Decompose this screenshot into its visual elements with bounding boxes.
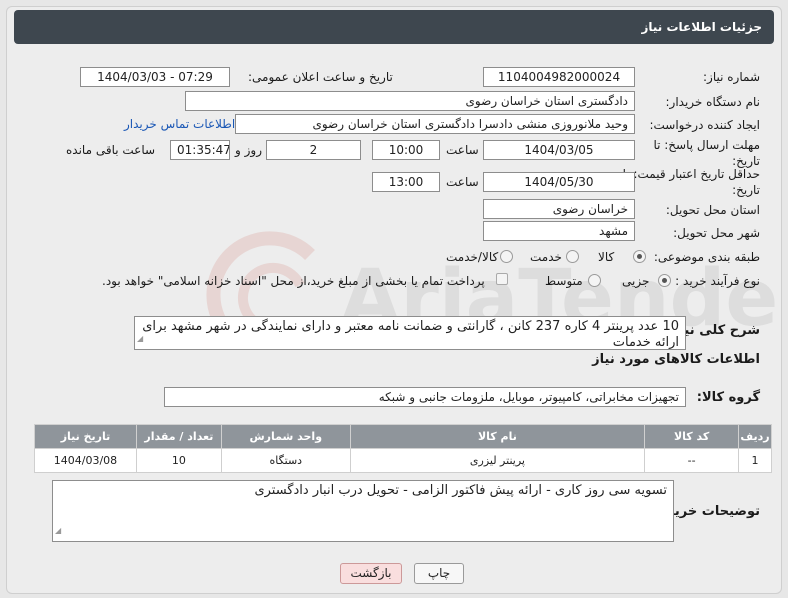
price-validity-label: حداقل تاریخ اعتبار قیمت: تا تاریخ: — [622, 167, 760, 197]
process-option-minor: جزیی — [622, 274, 650, 288]
reply-deadline-label: مهلت ارسال پاسخ: تا تاریخ: — [653, 138, 760, 168]
price-validity-hour-label: ساعت — [446, 175, 479, 189]
delivery-city-label: شهر محل تحویل: — [673, 226, 760, 240]
goods-group-label: گروه کالا: — [696, 390, 760, 405]
buyer-notes-textarea[interactable]: تسویه سی روز کاری - ارائه پیش فاکتور الز… — [52, 480, 674, 542]
process-option-medium: متوسط — [545, 274, 583, 288]
cell-quantity: 10 — [135, 448, 222, 473]
cell-row-no: 1 — [738, 448, 772, 473]
delivery-province-label: استان محل تحویل: — [665, 203, 760, 217]
col-header-row-no: ردیف — [738, 424, 772, 449]
reply-hour-label: ساعت — [446, 143, 479, 157]
col-header-name: نام کالا — [349, 424, 646, 449]
col-header-code: کد کالا — [644, 424, 740, 449]
process-label: نوع فرآیند خرید : — [675, 274, 760, 288]
requester-field: وحید ملانوروزی منشی دادسرا دادگستری استا… — [235, 114, 635, 134]
need-number-label: شماره نیاز: — [703, 70, 760, 84]
reply-time-field: 10:00 — [372, 140, 440, 160]
cell-unit: دستگاه — [220, 448, 351, 473]
need-number-field: 1104004982000024 — [483, 67, 635, 87]
category-radio-service[interactable] — [566, 250, 579, 263]
cell-code: -- — [644, 448, 740, 473]
back-button[interactable]: بازگشت — [340, 563, 402, 584]
table-row: 1 -- پرینتر لیزری دستگاه 10 1404/03/08 — [34, 448, 772, 473]
remaining-label: ساعت باقی مانده — [66, 143, 156, 157]
reply-date-field: 1404/03/05 — [483, 140, 635, 160]
payment-note: پرداخت تمام یا بخشی از مبلغ خرید،از محل … — [102, 274, 485, 288]
delivery-province-field: خراسان رضوی — [483, 199, 635, 219]
cell-name: پرینتر لیزری — [349, 448, 646, 473]
table-header-row: ردیف کد کالا نام کالا واحد شمارش تعداد /… — [34, 424, 772, 449]
payment-treasury-checkbox[interactable] — [496, 273, 508, 285]
description-textarea[interactable]: 10 عدد پرینتر 4 کاره 237 کانن ، گارانتی … — [134, 316, 686, 350]
category-radio-goods[interactable] — [633, 250, 646, 263]
goods-section-title: اطلاعات کالاهای مورد نیاز — [592, 352, 760, 367]
process-radio-minor[interactable] — [658, 274, 671, 287]
print-button[interactable]: چاپ — [414, 563, 464, 584]
buyer-org-field: دادگستری استان خراسان رضوی — [185, 91, 635, 111]
page-title: جزئیات اطلاعات نیاز — [641, 20, 762, 34]
category-option-service: خدمت — [530, 250, 562, 264]
description-text: 10 عدد پرینتر 4 کاره 237 کانن ، گارانتی … — [142, 319, 679, 350]
announce-datetime-label: تاریخ و ساعت اعلان عمومی: — [248, 70, 393, 84]
buyer-notes-text: تسویه سی روز کاری - ارائه پیش فاکتور الز… — [254, 483, 667, 498]
requester-label: ایجاد کننده درخواست: — [649, 118, 760, 132]
cell-need-date: 1404/03/08 — [34, 448, 137, 473]
announce-datetime-field: 1404/03/03 - 07:29 — [80, 67, 230, 87]
price-validity-date-field: 1404/05/30 — [483, 172, 635, 192]
price-validity-time-field: 13:00 — [372, 172, 440, 192]
days-remaining-field: 2 — [266, 140, 361, 160]
goods-table: ردیف کد کالا نام کالا واحد شمارش تعداد /… — [34, 424, 772, 473]
resize-grip-icon: ◢ — [137, 334, 144, 343]
delivery-city-field: مشهد — [483, 221, 635, 241]
resize-grip-icon: ◢ — [55, 526, 62, 535]
process-radio-medium[interactable] — [588, 274, 601, 287]
day-and-label: روز و — [235, 143, 262, 157]
category-option-goods-service: کالا/خدمت — [446, 250, 499, 264]
buyer-org-label: نام دستگاه خریدار: — [665, 95, 761, 109]
category-radio-goods-service[interactable] — [500, 250, 513, 263]
col-header-unit: واحد شمارش — [220, 424, 351, 449]
col-header-quantity: تعداد / مقدار — [135, 424, 222, 449]
buyer-contact-link[interactable]: اطلاعات تماس خریدار — [124, 117, 235, 131]
col-header-need-date: تاریخ نیاز — [34, 424, 137, 449]
page-header: جزئیات اطلاعات نیاز — [14, 10, 774, 44]
category-option-goods: کالا — [598, 250, 615, 264]
remaining-time-field: 01:35:47 — [170, 140, 230, 160]
goods-group-field: تجهیزات مخابراتی، کامپیوتر، موبایل، ملزو… — [164, 387, 686, 407]
category-label: طبقه بندی موضوعی: — [653, 250, 760, 264]
